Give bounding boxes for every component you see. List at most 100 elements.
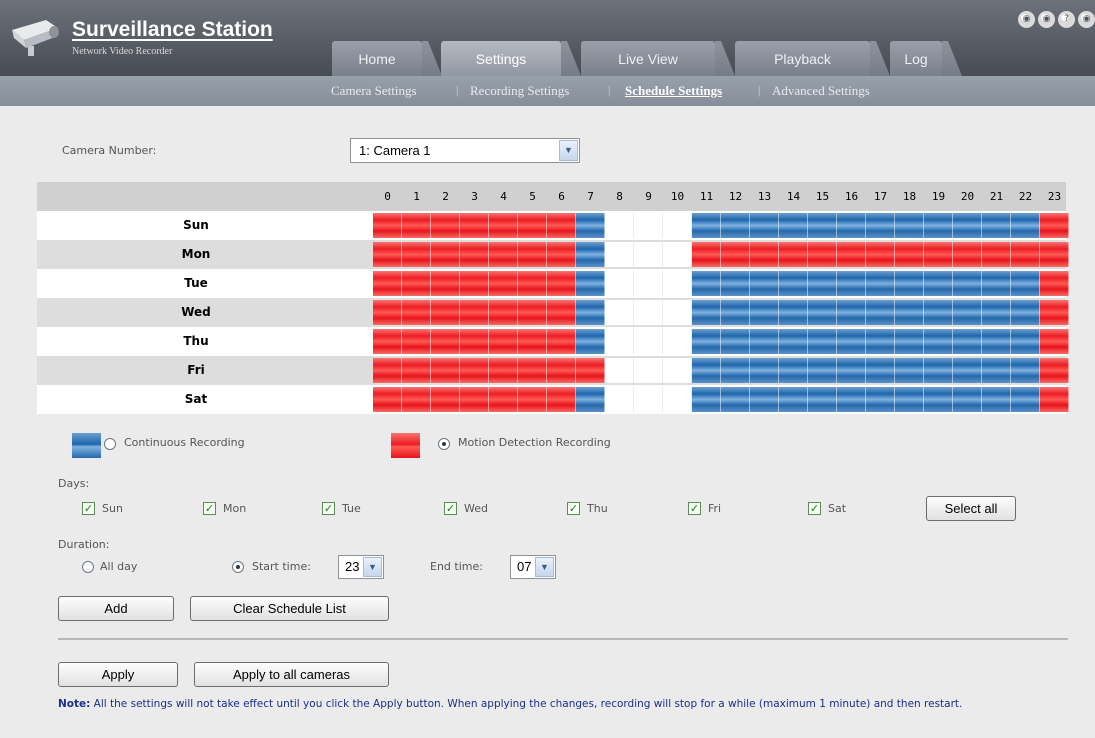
schedule-cell[interactable] [402,242,431,267]
schedule-cell[interactable] [518,271,547,296]
apply-button[interactable]: Apply [58,662,178,687]
schedule-cell[interactable] [866,213,895,238]
chevron-down-icon[interactable]: ▼ [535,557,554,577]
schedule-cell[interactable] [634,300,663,325]
select-all-button[interactable]: Select all [926,496,1016,521]
schedule-cell[interactable] [547,387,576,412]
clear-schedule-list-button[interactable]: Clear Schedule List [190,596,389,621]
schedule-cell[interactable] [895,329,924,354]
schedule-cell[interactable] [402,329,431,354]
schedule-cell[interactable] [721,213,750,238]
schedule-cell[interactable] [605,213,634,238]
schedule-cell[interactable] [431,358,460,383]
schedule-cell[interactable] [373,300,402,325]
schedule-cell[interactable] [460,329,489,354]
schedule-cell[interactable] [634,329,663,354]
schedule-cell[interactable] [373,213,402,238]
schedule-cell[interactable] [721,300,750,325]
logout-icon[interactable]: ◉ [1078,11,1095,28]
schedule-cell[interactable] [808,242,837,267]
schedule-cell[interactable] [721,358,750,383]
schedule-cell[interactable] [489,300,518,325]
schedule-cell[interactable] [663,242,692,267]
schedule-cell[interactable] [576,213,605,238]
subnav-advanced-settings[interactable]: Advanced Settings [772,83,870,99]
schedule-cell[interactable] [402,213,431,238]
help-icon[interactable]: ? [1058,11,1075,28]
schedule-cell[interactable] [1040,213,1069,238]
schedule-cell[interactable] [779,213,808,238]
schedule-cell[interactable] [750,329,779,354]
chevron-down-icon[interactable]: ▼ [363,557,382,577]
schedule-cell[interactable] [895,271,924,296]
schedule-cell[interactable] [750,387,779,412]
schedule-cell[interactable] [634,358,663,383]
schedule-cell[interactable] [576,242,605,267]
schedule-cell[interactable] [1040,358,1069,383]
schedule-cell[interactable] [721,271,750,296]
schedule-cell[interactable] [953,213,982,238]
schedule-cell[interactable] [837,329,866,354]
schedule-cell[interactable] [924,271,953,296]
schedule-cell[interactable] [895,358,924,383]
schedule-cell[interactable] [576,329,605,354]
schedule-cell[interactable] [808,358,837,383]
schedule-cell[interactable] [373,358,402,383]
schedule-cell[interactable] [547,329,576,354]
schedule-cell[interactable] [866,242,895,267]
schedule-cell[interactable] [953,329,982,354]
schedule-cell[interactable] [721,387,750,412]
tab-log[interactable]: Log [890,41,942,76]
schedule-cell[interactable] [460,300,489,325]
schedule-cell[interactable] [982,300,1011,325]
schedule-cell[interactable] [721,329,750,354]
schedule-cell[interactable] [663,300,692,325]
tab-live-view[interactable]: Live View [581,41,715,76]
schedule-cell[interactable] [837,358,866,383]
schedule-cell[interactable] [779,329,808,354]
schedule-cell[interactable] [489,271,518,296]
schedule-cell[interactable] [402,271,431,296]
schedule-cell[interactable] [866,329,895,354]
schedule-cell[interactable] [547,300,576,325]
schedule-cell[interactable] [518,300,547,325]
tab-settings[interactable]: Settings [441,41,561,76]
schedule-cell[interactable] [692,213,721,238]
schedule-cell[interactable] [431,271,460,296]
schedule-cell[interactable] [692,300,721,325]
schedule-cell[interactable] [953,387,982,412]
schedule-cell[interactable] [750,242,779,267]
schedule-cell[interactable] [982,271,1011,296]
schedule-cell[interactable] [431,213,460,238]
schedule-cell[interactable] [953,358,982,383]
apply-to-all-cameras-button[interactable]: Apply to all cameras [194,662,389,687]
end-time-select[interactable]: 07 ▼ [510,555,556,579]
schedule-cell[interactable] [808,329,837,354]
schedule-cell[interactable] [837,300,866,325]
schedule-cell[interactable] [779,387,808,412]
schedule-cell[interactable] [605,387,634,412]
schedule-cell[interactable] [547,242,576,267]
schedule-cell[interactable] [866,358,895,383]
schedule-cell[interactable] [663,213,692,238]
schedule-cell[interactable] [373,271,402,296]
schedule-cell[interactable] [402,300,431,325]
schedule-cell[interactable] [953,271,982,296]
schedule-cell[interactable] [460,242,489,267]
schedule-cell[interactable] [518,213,547,238]
schedule-cell[interactable] [953,300,982,325]
schedule-cell[interactable] [489,329,518,354]
schedule-cell[interactable] [605,300,634,325]
schedule-cell[interactable] [460,358,489,383]
schedule-cell[interactable] [837,387,866,412]
schedule-cell[interactable] [518,358,547,383]
schedule-cell[interactable] [953,242,982,267]
schedule-cell[interactable] [721,242,750,267]
schedule-cell[interactable] [1011,329,1040,354]
schedule-cell[interactable] [837,242,866,267]
schedule-cell[interactable] [547,271,576,296]
schedule-cell[interactable] [576,271,605,296]
schedule-cell[interactable] [1011,358,1040,383]
schedule-cell[interactable] [634,242,663,267]
schedule-cell[interactable] [634,213,663,238]
